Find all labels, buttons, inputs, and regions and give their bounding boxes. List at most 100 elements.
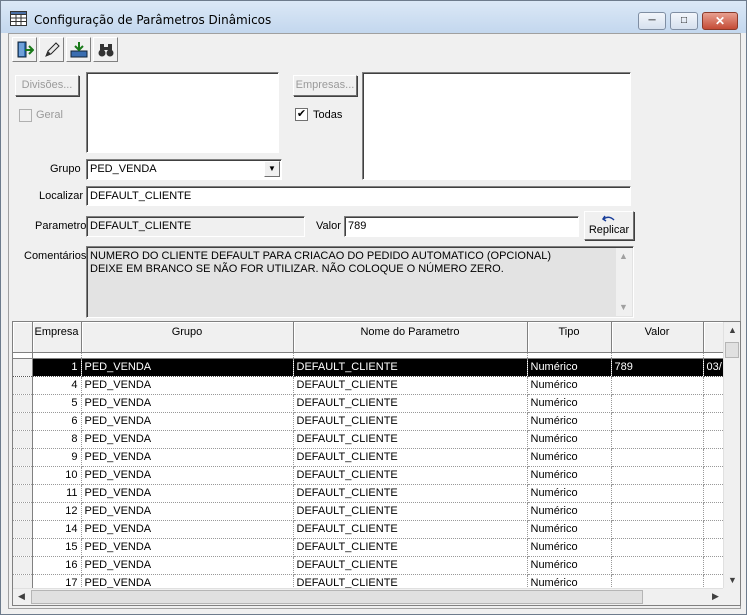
cell-empresa[interactable]: 16: [32, 556, 82, 575]
table-row[interactable]: 5 PED_VENDA DEFAULT_CLIENTE Numérico: [13, 394, 729, 413]
scroll-up-icon[interactable]: ▲: [724, 322, 740, 339]
cell-empresa[interactable]: 11: [32, 484, 82, 503]
cell-tipo[interactable]: Numérico: [527, 466, 612, 485]
column-header-grupo[interactable]: Grupo: [81, 322, 294, 353]
table-row[interactable]: 14 PED_VENDA DEFAULT_CLIENTE Numérico: [13, 520, 729, 539]
cell-valor[interactable]: [611, 556, 704, 575]
row-indicator[interactable]: [13, 358, 33, 377]
row-indicator[interactable]: [13, 430, 33, 449]
table-row[interactable]: 11 PED_VENDA DEFAULT_CLIENTE Numérico: [13, 484, 729, 503]
cell-valor[interactable]: [611, 376, 704, 395]
save-button[interactable]: [66, 37, 91, 62]
table-row[interactable]: 16 PED_VENDA DEFAULT_CLIENTE Numérico: [13, 556, 729, 575]
row-indicator[interactable]: [13, 394, 33, 413]
cell-nome-parametro[interactable]: DEFAULT_CLIENTE: [293, 448, 528, 467]
parameters-grid[interactable]: Empresa Grupo Nome do Parametro Tipo Val…: [12, 321, 741, 606]
cell-grupo[interactable]: PED_VENDA: [81, 502, 294, 521]
cell-grupo[interactable]: PED_VENDA: [81, 358, 294, 377]
cell-valor[interactable]: [611, 448, 704, 467]
row-indicator[interactable]: [13, 412, 33, 431]
cell-nome-parametro[interactable]: DEFAULT_CLIENTE: [293, 358, 528, 377]
cell-grupo[interactable]: PED_VENDA: [81, 448, 294, 467]
replicar-button[interactable]: Replicar: [584, 211, 634, 240]
grid-vertical-scrollbar[interactable]: ▲ ▼: [723, 322, 740, 589]
cell-empresa[interactable]: 5: [32, 394, 82, 413]
table-row[interactable]: 6 PED_VENDA DEFAULT_CLIENTE Numérico: [13, 412, 729, 431]
cell-tipo[interactable]: Numérico: [527, 538, 612, 557]
scroll-down-icon[interactable]: ▼: [724, 572, 740, 589]
cell-nome-parametro[interactable]: DEFAULT_CLIENTE: [293, 412, 528, 431]
cell-tipo[interactable]: Numérico: [527, 502, 612, 521]
todas-checkbox[interactable]: ✔: [295, 108, 308, 121]
cell-valor[interactable]: [611, 430, 704, 449]
cell-empresa[interactable]: 10: [32, 466, 82, 485]
cell-grupo[interactable]: PED_VENDA: [81, 556, 294, 575]
cell-nome-parametro[interactable]: DEFAULT_CLIENTE: [293, 520, 528, 539]
cell-tipo[interactable]: Numérico: [527, 484, 612, 503]
cell-grupo[interactable]: PED_VENDA: [81, 394, 294, 413]
row-indicator[interactable]: [13, 448, 33, 467]
vertical-scroll-thumb[interactable]: [725, 342, 739, 358]
table-row[interactable]: 8 PED_VENDA DEFAULT_CLIENTE Numérico: [13, 430, 729, 449]
column-header-valor[interactable]: Valor: [611, 322, 704, 353]
cell-empresa[interactable]: 1: [32, 358, 82, 377]
scroll-up-icon[interactable]: ▲: [615, 248, 632, 265]
divisoes-button[interactable]: Divisões...: [15, 75, 79, 96]
row-indicator[interactable]: [13, 376, 33, 395]
divisoes-list[interactable]: [86, 72, 279, 153]
table-row[interactable]: 15 PED_VENDA DEFAULT_CLIENTE Numérico: [13, 538, 729, 557]
cell-empresa[interactable]: 15: [32, 538, 82, 557]
row-indicator[interactable]: [13, 502, 33, 521]
column-header-nome[interactable]: Nome do Parametro: [293, 322, 528, 353]
cell-empresa[interactable]: 6: [32, 412, 82, 431]
table-row[interactable]: 9 PED_VENDA DEFAULT_CLIENTE Numérico: [13, 448, 729, 467]
cell-grupo[interactable]: PED_VENDA: [81, 484, 294, 503]
search-button[interactable]: [93, 37, 118, 62]
comentarios-scrollbar[interactable]: ▲ ▼: [616, 248, 632, 316]
cell-nome-parametro[interactable]: DEFAULT_CLIENTE: [293, 376, 528, 395]
cell-grupo[interactable]: PED_VENDA: [81, 376, 294, 395]
row-indicator[interactable]: [13, 538, 33, 557]
row-indicator[interactable]: [13, 556, 33, 575]
table-row[interactable]: 10 PED_VENDA DEFAULT_CLIENTE Numérico: [13, 466, 729, 485]
cell-nome-parametro[interactable]: DEFAULT_CLIENTE: [293, 430, 528, 449]
cell-tipo[interactable]: Numérico: [527, 430, 612, 449]
cell-valor[interactable]: [611, 394, 704, 413]
cell-empresa[interactable]: 8: [32, 430, 82, 449]
cell-nome-parametro[interactable]: DEFAULT_CLIENTE: [293, 538, 528, 557]
cell-valor[interactable]: [611, 466, 704, 485]
cell-tipo[interactable]: Numérico: [527, 376, 612, 395]
comentarios-memo[interactable]: NUMERO DO CLIENTE DEFAULT PARA CRIACAO D…: [86, 246, 634, 318]
grid-horizontal-scrollbar[interactable]: ◀ ▶: [13, 588, 724, 605]
cell-valor[interactable]: [611, 412, 704, 431]
minimize-button[interactable]: ─: [638, 12, 666, 30]
cell-tipo[interactable]: Numérico: [527, 556, 612, 575]
cell-valor[interactable]: [611, 538, 704, 557]
cell-valor[interactable]: 789: [611, 358, 704, 377]
cell-tipo[interactable]: Numérico: [527, 412, 612, 431]
cell-nome-parametro[interactable]: DEFAULT_CLIENTE: [293, 394, 528, 413]
cell-nome-parametro[interactable]: DEFAULT_CLIENTE: [293, 502, 528, 521]
table-row[interactable]: 12 PED_VENDA DEFAULT_CLIENTE Numérico: [13, 502, 729, 521]
cell-grupo[interactable]: PED_VENDA: [81, 538, 294, 557]
empresas-list[interactable]: [362, 72, 631, 180]
close-button[interactable]: ✕: [702, 12, 738, 30]
cell-valor[interactable]: [611, 502, 704, 521]
cell-empresa[interactable]: 4: [32, 376, 82, 395]
scroll-right-icon[interactable]: ▶: [707, 588, 724, 605]
cell-tipo[interactable]: Numérico: [527, 358, 612, 377]
cell-valor[interactable]: [611, 484, 704, 503]
column-header-tipo[interactable]: Tipo: [527, 322, 612, 353]
cell-valor[interactable]: [611, 520, 704, 539]
cell-nome-parametro[interactable]: DEFAULT_CLIENTE: [293, 484, 528, 503]
column-header-empresa[interactable]: Empresa: [32, 322, 82, 353]
row-indicator[interactable]: [13, 484, 33, 503]
cell-empresa[interactable]: 12: [32, 502, 82, 521]
cell-grupo[interactable]: PED_VENDA: [81, 412, 294, 431]
maximize-button[interactable]: □: [670, 12, 698, 30]
table-row[interactable]: 1 PED_VENDA DEFAULT_CLIENTE Numérico 789 03/: [13, 358, 729, 377]
cell-nome-parametro[interactable]: DEFAULT_CLIENTE: [293, 466, 528, 485]
geral-checkbox[interactable]: [19, 109, 32, 122]
title-bar[interactable]: Configuração de Parâmetros Dinâmicos ─ □…: [1, 1, 746, 33]
horizontal-scroll-thumb[interactable]: [31, 590, 643, 604]
